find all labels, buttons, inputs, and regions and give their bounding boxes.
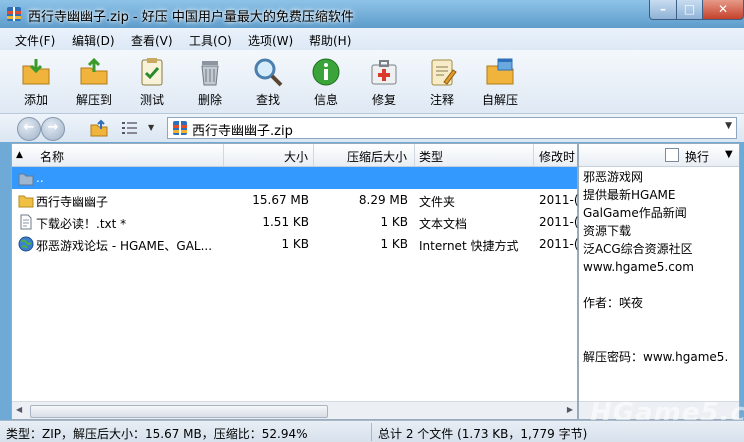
scroll-right-icon[interactable]: ▶ [567, 405, 573, 414]
view-mode-dropdown-icon[interactable]: ▼ [148, 123, 154, 132]
file-row-url[interactable]: 邪恶游戏论坛 - HGAME、GAL... 1 KB 1 KB Internet… [12, 233, 579, 255]
file-list: ▲ 名称 大小 压缩后大小 类型 修改时 .. 西行寺幽幽子 15.67 MB … [11, 143, 579, 420]
test-icon [141, 58, 163, 86]
menu-view[interactable]: 查看(V) [131, 32, 173, 49]
test-label: 测试 [139, 93, 164, 107]
file-packed-size: 1 KB [380, 215, 408, 229]
info-label: 信息 [313, 93, 338, 107]
column-type[interactable]: 类型 [419, 148, 443, 165]
forward-button[interactable]: → [41, 117, 65, 141]
window-title: 西行寺幽幽子.zip - 好压 中国用户量最大的免费压缩软件 [28, 10, 354, 25]
view-mode-icon[interactable] [122, 121, 138, 135]
comment-icon [431, 59, 457, 86]
address-bar: ← → ▼ 西行寺幽幽子.zip ▼ [0, 114, 744, 142]
up-folder-icon[interactable] [90, 119, 108, 137]
comment-panel: 换行 ▼ 邪恶游戏网 提供最新HGAME GalGame作品新闻 资源下载 泛A… [578, 143, 740, 420]
menu-options[interactable]: 选项(W) [248, 32, 293, 49]
file-modified: 2011-( [539, 237, 579, 251]
sfx-icon [486, 58, 514, 85]
file-row-txt[interactable]: 下载必读！.txt * 1.51 KB 1 KB 文本文档 2011-( [12, 211, 579, 233]
comment-panel-header: 换行 ▼ [579, 144, 739, 167]
delete-button[interactable]: 删除 [183, 54, 237, 110]
maximize-button[interactable]: □ [676, 0, 703, 20]
haozip-app-icon [7, 7, 21, 21]
file-list-header: ▲ 名称 大小 压缩后大小 类型 修改时 [12, 144, 577, 167]
scroll-left-icon[interactable]: ◀ [16, 405, 22, 414]
column-name[interactable]: 名称 [40, 148, 64, 165]
minimize-button[interactable]: – [649, 0, 677, 20]
file-size: 15.67 MB [252, 193, 309, 207]
sfx-button[interactable]: 自解压 [473, 54, 527, 110]
file-row-folder[interactable]: 西行寺幽幽子 15.67 MB 8.29 MB 文件夹 2011-( [12, 189, 579, 211]
info-icon [312, 58, 340, 86]
add-archive-icon [22, 59, 50, 85]
internet-shortcut-icon [18, 236, 34, 252]
comment-label: 注释 [429, 93, 454, 107]
address-dropdown-icon[interactable]: ▼ [725, 121, 732, 131]
file-name: 下载必读！.txt * [36, 217, 127, 231]
file-type: Internet 快捷方式 [419, 239, 519, 253]
file-size: 1.51 KB [262, 215, 309, 229]
test-button[interactable]: 测试 [125, 54, 179, 110]
status-bar: 类型：ZIP，解压后大小：15.67 MB，压缩比：52.94% 总计 2 个文… [0, 420, 744, 442]
delete-label: 删除 [197, 93, 222, 107]
find-button[interactable]: 查找 [241, 54, 295, 110]
file-modified: 2011-( [539, 193, 579, 207]
up-folder-icon [18, 173, 34, 186]
file-packed-size: 8.29 MB [358, 193, 408, 207]
folder-icon [18, 195, 34, 208]
zip-archive-icon [173, 121, 187, 135]
file-packed-size: 1 KB [380, 237, 408, 251]
status-archive-info: 类型：ZIP，解压后大小：15.67 MB，压缩比：52.94% [6, 427, 308, 441]
file-type: 文本文档 [419, 217, 468, 231]
file-modified: 2011-( [539, 215, 579, 229]
close-button[interactable]: ✕ [702, 0, 744, 20]
wrap-checkbox[interactable] [665, 148, 679, 162]
back-arrow-icon: ← [23, 120, 35, 135]
add-button[interactable]: 添加 [9, 54, 63, 110]
forward-arrow-icon: → [47, 120, 59, 135]
info-button[interactable]: 信息 [299, 54, 353, 110]
address-input[interactable]: 西行寺幽幽子.zip ▼ [167, 117, 737, 139]
file-type: 文件夹 [419, 195, 456, 209]
find-icon [254, 58, 283, 87]
menu-tools[interactable]: 工具(O) [189, 32, 232, 49]
text-file-icon [20, 214, 32, 230]
status-totals: 总计 2 个文件 (1.73 KB，1,779 字节) [378, 427, 588, 441]
menu-file[interactable]: 文件(F) [15, 32, 55, 49]
extract-to-icon [80, 57, 108, 85]
toolbar: 添加 解压到 测试 删除 查找 信息 修复 注释 自解压 [0, 50, 744, 114]
title-bar[interactable]: 西行寺幽幽子.zip - 好压 中国用户量最大的免费压缩软件 – □ ✕ [0, 0, 744, 28]
repair-label: 修复 [371, 93, 396, 107]
sfx-label: 自解压 [481, 93, 518, 107]
file-name: .. [36, 171, 44, 185]
extract-to-button[interactable]: 解压到 [67, 54, 121, 110]
extract-to-label: 解压到 [75, 93, 112, 107]
menu-edit[interactable]: 编辑(D) [72, 32, 115, 49]
archive-comment-text[interactable]: 邪恶游戏网 提供最新HGAME GalGame作品新闻 资源下载 泛ACG综合资… [583, 168, 735, 366]
scrollbar-thumb[interactable] [30, 405, 328, 418]
panel-dropdown-icon[interactable]: ▼ [725, 149, 733, 160]
repair-icon [371, 60, 397, 85]
file-size: 1 KB [281, 237, 309, 251]
haozip-window: 西行寺幽幽子.zip - 好压 中国用户量最大的免费压缩软件 – □ ✕ 文件(… [0, 0, 744, 442]
menu-bar: 文件(F) 编辑(D) 查看(V) 工具(O) 选项(W) 帮助(H) [0, 28, 744, 50]
address-path: 西行寺幽幽子.zip [192, 124, 293, 139]
column-packed[interactable]: 压缩后大小 [347, 148, 407, 165]
menu-help[interactable]: 帮助(H) [309, 32, 351, 49]
comment-button[interactable]: 注释 [415, 54, 469, 110]
file-name: 西行寺幽幽子 [36, 195, 109, 209]
sort-ascending-icon[interactable]: ▲ [16, 150, 23, 160]
repair-button[interactable]: 修复 [357, 54, 411, 110]
file-list-horizontal-scrollbar[interactable]: ◀ ▶ [12, 401, 577, 419]
back-button[interactable]: ← [17, 117, 41, 141]
add-label: 添加 [23, 93, 48, 107]
delete-icon [201, 61, 219, 86]
wrap-label: 换行 [685, 150, 710, 164]
column-modified[interactable]: 修改时 [539, 148, 575, 165]
find-label: 查找 [255, 93, 280, 107]
file-name: 邪恶游戏论坛 - HGAME、GAL... [36, 239, 213, 253]
file-row-parent[interactable]: .. [12, 167, 577, 189]
column-size[interactable]: 大小 [284, 148, 308, 165]
